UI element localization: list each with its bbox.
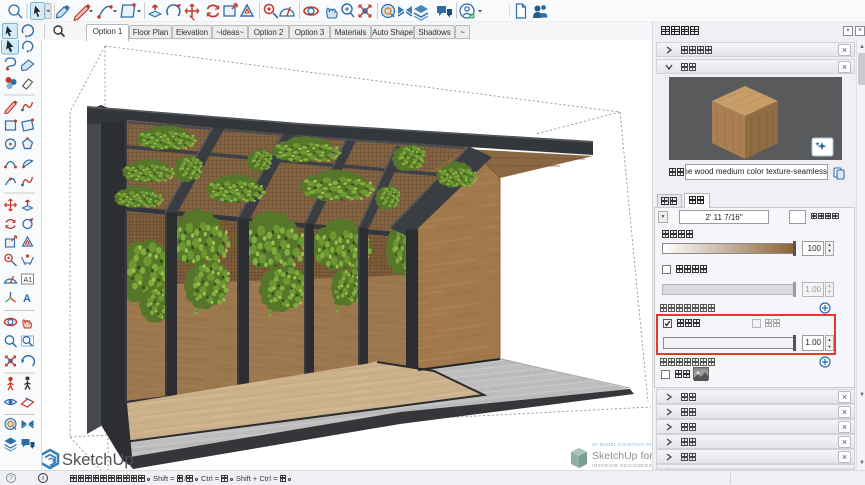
- svg-text:INTERIOR DESIGNERS: INTERIOR DESIGNERS: [592, 463, 652, 468]
- svg-text:SketchUp for: SketchUp for: [592, 450, 652, 462]
- svg-text:SketchUp: SketchUp: [62, 451, 134, 469]
- svg-text:3D MODEL COURTESY OF:: 3D MODEL COURTESY OF:: [592, 442, 652, 447]
